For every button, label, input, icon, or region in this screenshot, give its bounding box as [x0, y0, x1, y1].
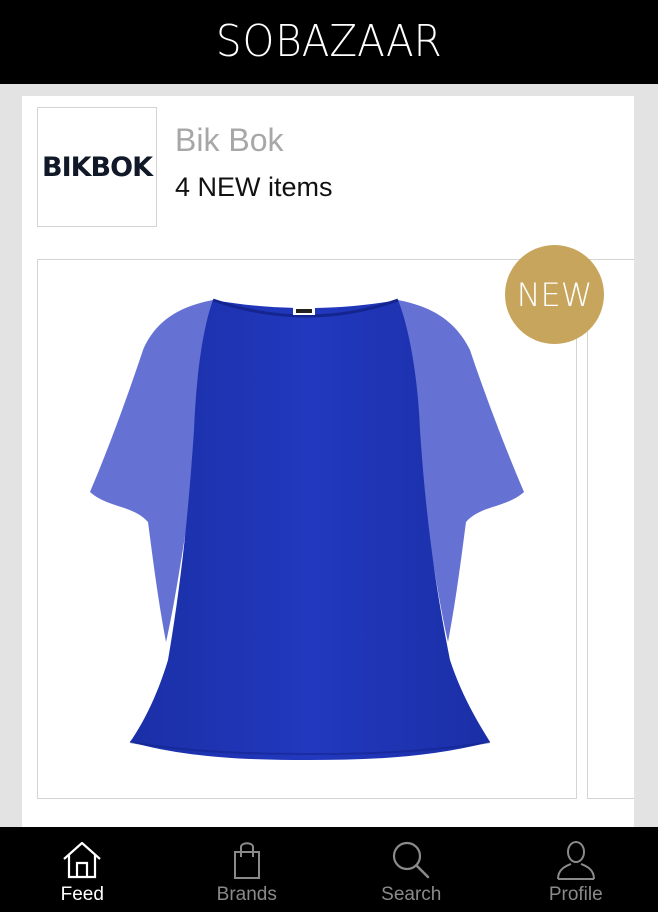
tab-feed[interactable]: Feed — [0, 827, 165, 912]
tab-feed-label: Feed — [60, 884, 104, 905]
new-items-count: 4 NEW items — [175, 172, 333, 202]
tab-profile-label: Profile — [548, 884, 603, 905]
home-icon — [63, 841, 101, 879]
brand-logo-text: BIKBOK — [41, 151, 153, 183]
person-icon — [556, 841, 595, 880]
tab-search[interactable]: Search — [329, 827, 494, 912]
logo-bazaar-text: BAZAAR — [275, 16, 442, 67]
product-image-blouse — [90, 298, 524, 760]
tab-search-label: Search — [381, 884, 442, 905]
product-image-card[interactable] — [37, 259, 577, 799]
tab-profile[interactable]: Profile — [494, 827, 658, 912]
shopping-bag-icon — [233, 842, 260, 879]
search-icon — [393, 841, 430, 879]
app-logo: SOBAZAAR — [216, 20, 442, 64]
tab-brands-label: Brands — [216, 884, 277, 905]
logo-so-text: SO — [216, 16, 276, 67]
next-product-card[interactable] — [587, 259, 634, 799]
brand-name[interactable]: Bik Bok — [175, 122, 283, 159]
new-badge: NEW — [505, 245, 604, 344]
brand-logo[interactable]: BIKBOK — [37, 107, 157, 227]
feed-card: BIKBOK Bik Bok 4 NEW items NEW — [22, 96, 634, 836]
tab-brands[interactable]: Brands — [165, 827, 330, 912]
bottom-tab-bar: Feed Brands Search Profile — [0, 827, 658, 912]
app-header: SOBAZAAR — [0, 0, 658, 84]
